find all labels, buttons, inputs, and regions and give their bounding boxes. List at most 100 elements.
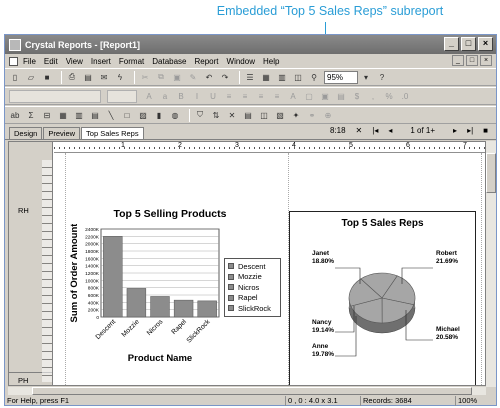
doc-close-button[interactable]: × (480, 55, 492, 66)
first-page-icon[interactable]: |◂ (372, 126, 378, 135)
record-sort-icon[interactable]: ⇅ (210, 109, 222, 121)
print-icon[interactable]: ⎙ (66, 71, 78, 83)
align-left-icon[interactable]: ≡ (223, 90, 235, 102)
bold-icon[interactable]: B (175, 90, 187, 102)
tab-design[interactable]: Design (9, 127, 43, 139)
insert-group-icon[interactable]: ⊟ (41, 109, 53, 121)
new-icon[interactable]: ▯ (9, 71, 21, 83)
next-page-icon[interactable]: ▸ (453, 126, 457, 135)
report-canvas[interactable]: RH PH 1 2 3 4 5 6 7 Top 5 Selling Produc… (8, 141, 486, 386)
field-explorer-icon[interactable]: ▦ (260, 71, 272, 83)
horizontal-scrollbar[interactable] (8, 387, 486, 395)
bar (126, 288, 147, 318)
legend-swatch (228, 273, 234, 280)
menu-insert[interactable]: Insert (91, 57, 111, 66)
toolbar-separator (134, 70, 135, 84)
refresh-icon[interactable]: ϟ (114, 71, 126, 83)
underline-icon[interactable]: U (207, 90, 219, 102)
help-icon[interactable]: ? (376, 71, 388, 83)
repository-icon[interactable]: ◫ (292, 71, 304, 83)
font-size-combo[interactable] (107, 89, 137, 103)
doc-minimize-button[interactable]: _ (452, 55, 464, 66)
highlight-expert-icon[interactable]: ▧ (274, 109, 286, 121)
redo-icon[interactable]: ↷ (219, 71, 231, 83)
insert-line-icon[interactable]: ╲ (105, 109, 117, 121)
close-view-icon[interactable]: ✕ (356, 126, 363, 135)
find-icon[interactable]: ⚲ (308, 71, 320, 83)
section-label-ph[interactable]: PH (18, 376, 28, 385)
decimal-icon[interactable]: .0 (399, 90, 411, 102)
undo-icon[interactable]: ↶ (203, 71, 215, 83)
section-expert-icon[interactable]: ▤ (242, 109, 254, 121)
print-preview-icon[interactable]: ▤ (82, 71, 94, 83)
prev-page-icon[interactable]: ◂ (388, 126, 392, 135)
export-icon[interactable]: ✉ (98, 71, 110, 83)
tab-preview[interactable]: Preview (43, 127, 81, 139)
pie-label-percent: 19.14% (312, 327, 335, 334)
zoom-dropdown-icon[interactable]: ▾ (360, 71, 372, 83)
dependency-icon[interactable]: ⊕ (322, 109, 334, 121)
insert-subreport-icon[interactable]: ▤ (89, 109, 101, 121)
hyperlink-icon[interactable]: ⚭ (306, 109, 318, 121)
menu-database[interactable]: Database (152, 57, 186, 66)
menu-report[interactable]: Report (195, 57, 219, 66)
font-combo[interactable] (9, 89, 101, 103)
justify-icon[interactable]: ≡ (271, 90, 283, 102)
insert-picture-icon[interactable]: ▨ (137, 109, 149, 121)
cut-icon[interactable]: ✂ (139, 71, 151, 83)
insert-summary-icon[interactable]: Σ (25, 109, 37, 121)
thousands-icon[interactable]: , (367, 90, 379, 102)
menu-help[interactable]: Help (263, 57, 279, 66)
insert-map-icon[interactable]: ◍ (169, 109, 181, 121)
select-expert-icon[interactable]: ⛉ (194, 109, 206, 121)
horizontal-scroll-thumb[interactable] (32, 387, 472, 395)
align-right-icon[interactable]: ≡ (255, 90, 267, 102)
open-icon[interactable]: ▱ (25, 71, 37, 83)
insert-crosstab-icon[interactable]: ▦ (57, 109, 69, 121)
top-products-chart[interactable]: Top 5 Selling Products 0 200K 400K 600K 800K… (65, 208, 281, 385)
menu-edit[interactable]: Edit (44, 57, 58, 66)
grow-font-icon[interactable]: A (143, 90, 155, 102)
last-page-icon[interactable]: ▸| (467, 126, 473, 135)
shrink-font-icon[interactable]: a (159, 90, 171, 102)
legend-label: Nicros (238, 282, 260, 292)
paste-icon[interactable]: ▣ (171, 71, 183, 83)
insert-olap-icon[interactable]: ▥ (73, 109, 85, 121)
insert-field-icon[interactable]: ab (9, 109, 21, 121)
zoom-combo[interactable]: 95% (324, 70, 358, 84)
font-color-icon[interactable]: A (287, 90, 299, 102)
save-icon[interactable]: ■ (41, 71, 53, 83)
group-tree-icon[interactable]: ☰ (244, 71, 256, 83)
lock-format-icon[interactable]: ▤ (335, 90, 347, 102)
maximize-button[interactable]: □ (461, 37, 476, 51)
currency-icon[interactable]: $ (351, 90, 363, 102)
stop-icon[interactable]: ■ (483, 126, 488, 135)
doc-restore-button[interactable]: □ (466, 55, 478, 66)
menu-view[interactable]: View (66, 57, 83, 66)
template-expert-icon[interactable]: ✦ (290, 109, 302, 121)
section-label-rh[interactable]: RH (18, 206, 29, 215)
format-painter-icon[interactable]: ✎ (187, 71, 199, 83)
database-expert-icon[interactable]: ◫ (258, 109, 270, 121)
insert-chart-icon[interactable]: ▮ (153, 109, 165, 121)
menu-format[interactable]: Format (119, 57, 144, 66)
border-icon[interactable]: ▢ (303, 90, 315, 102)
report-explorer-icon[interactable]: ▥ (276, 71, 288, 83)
copy-icon[interactable]: ⧉ (155, 71, 167, 83)
tab-top-sales-reps[interactable]: Top Sales Reps (81, 127, 144, 139)
italic-icon[interactable]: I (191, 90, 203, 102)
menu-window[interactable]: Window (227, 57, 255, 66)
align-center-icon[interactable]: ≡ (239, 90, 251, 102)
chart-title: Top 5 Selling Products (113, 208, 227, 220)
suppress-icon[interactable]: ▣ (319, 90, 331, 102)
crystal-reports-icon (9, 38, 21, 51)
minimize-button[interactable]: _ (444, 37, 459, 51)
percent-icon[interactable]: % (383, 90, 395, 102)
close-button[interactable]: × (478, 37, 493, 51)
formula-workshop-icon[interactable]: ✕ (226, 109, 238, 121)
menu-file[interactable]: File (23, 57, 36, 66)
vertical-scroll-thumb[interactable] (486, 153, 496, 193)
vertical-scrollbar[interactable] (486, 141, 496, 387)
insert-box-icon[interactable]: □ (121, 109, 133, 121)
top-sales-reps-subreport[interactable]: Top 5 Sales Reps Janet 18.80% Robert 21.69… (289, 211, 476, 385)
